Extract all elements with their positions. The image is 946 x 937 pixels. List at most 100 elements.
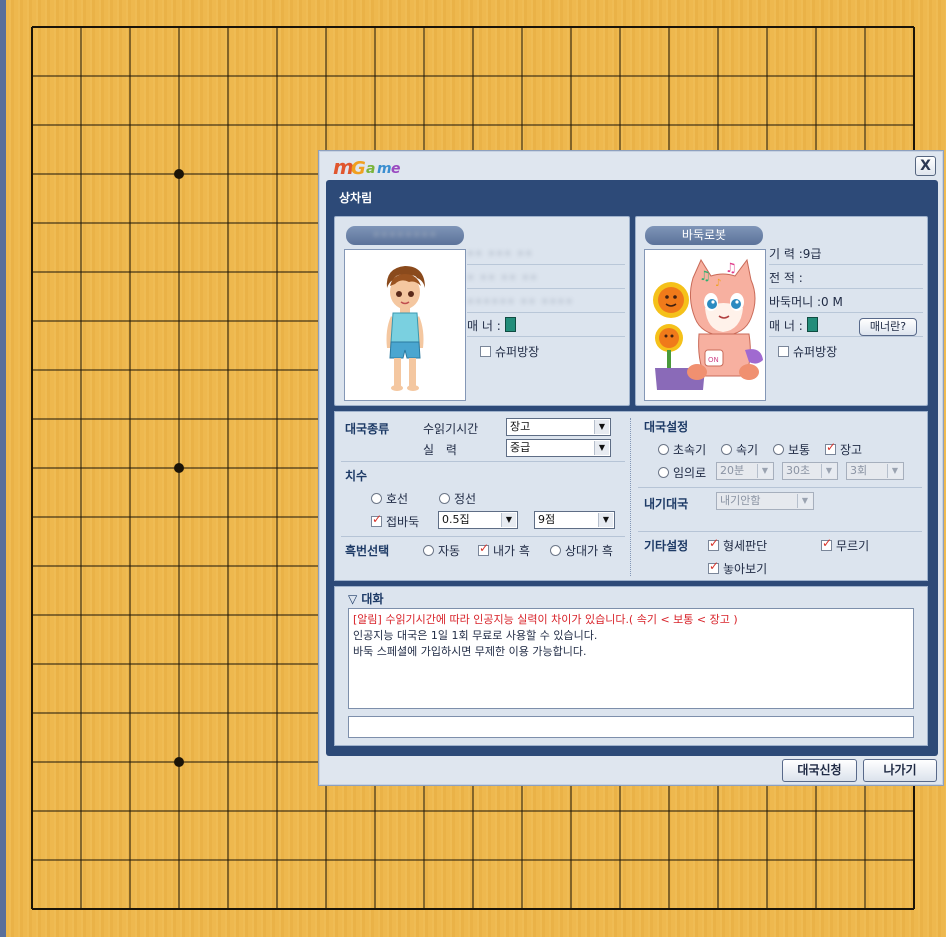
dropdown-arrow-icon: ▼ [797, 494, 812, 508]
boy-avatar-icon [386, 266, 425, 391]
dropdown-arrow-icon: ▼ [821, 464, 836, 478]
svg-text:G: G [351, 158, 366, 178]
speed-normal-radio[interactable]: 보통 [773, 441, 810, 458]
speed-custom-radio[interactable]: 임의로 [658, 464, 706, 481]
opponent-panel: 바둑로봇 ON ♫ ♫ ♪ 기 력:9급 전 적: 바둑머니:0 M 매 … [635, 216, 928, 406]
star-point-icon [174, 463, 184, 473]
request-match-button[interactable]: 대국신청 [782, 759, 857, 782]
dropdown-arrow-icon: ▼ [887, 464, 902, 478]
star-point-icon [174, 169, 184, 179]
custom-count-select[interactable]: 3회 ▼ [846, 462, 904, 480]
player-super-room-checkbox[interactable]: 슈퍼방장 [480, 343, 539, 360]
player-info-row-2: • •• •• •• [467, 267, 625, 289]
time-select[interactable]: 장고 ▼ [506, 418, 611, 436]
checked-icon [825, 440, 836, 455]
star-point-icon [174, 757, 184, 767]
stones-select[interactable]: 9점 ▼ [534, 511, 615, 529]
skill-label: 실 력 [423, 443, 461, 457]
checked-icon [708, 536, 719, 551]
chat-log[interactable]: [알림] 수읽기시간에 따라 인공지능 실력이 차이가 있습니다.( 속기 < … [348, 608, 914, 709]
radio-icon [371, 493, 382, 504]
checked-icon [478, 541, 489, 556]
chat-input[interactable] [348, 716, 914, 738]
evaluation-checkbox[interactable]: 형세판단 [708, 536, 767, 554]
handicap-title: 치수 [345, 469, 368, 483]
svg-text:e: e [391, 161, 401, 177]
player-manner-row: 매 너 : [467, 315, 625, 337]
handicap-fixed-radio[interactable]: 정선 [439, 490, 476, 507]
color-select-title: 흑번선택 [345, 544, 390, 558]
svg-text:♫: ♫ [725, 261, 737, 276]
player-name-pill: •••••••• [346, 226, 464, 245]
handicap-stones-checkbox[interactable]: 접바둑 [371, 512, 419, 530]
radio-icon [550, 545, 561, 556]
other-settings-title: 기타설정 [644, 539, 689, 553]
undo-checkbox[interactable]: 무르기 [821, 536, 869, 554]
speed-long-radio[interactable]: 장고 [825, 440, 862, 458]
opponent-rank-row: 기 력 :9급 [769, 243, 923, 265]
custom-seconds-select[interactable]: 30초 ▼ [782, 462, 838, 480]
speed-ultra-fast-radio[interactable]: 초속기 [658, 441, 706, 458]
manner-bar-icon [806, 317, 818, 332]
dropdown-arrow-icon: ▼ [501, 513, 516, 527]
opponent-avatar: ON ♫ ♫ ♪ [644, 249, 766, 401]
player-info-row-1: •• ••• •• [467, 243, 625, 265]
game-type-title: 대국종류 [345, 422, 390, 436]
divider [638, 531, 922, 532]
player-avatar [344, 249, 466, 401]
chat-line: 인공지능 대국은 1일 1회 무료로 사용할 수 있습니다. [353, 629, 598, 642]
radio-icon [439, 493, 450, 504]
manner-info-button[interactable]: 매너란? [859, 318, 917, 336]
skill-select[interactable]: 중급 ▼ [506, 439, 611, 457]
checked-icon [708, 559, 719, 574]
komi-select[interactable]: 0.5집 ▼ [438, 511, 518, 529]
dropdown-arrow-icon: ▼ [594, 441, 609, 455]
radio-icon [773, 444, 784, 455]
section-title: 상차림 [339, 191, 373, 205]
dialog-titlebar[interactable]: m G a m e X [319, 151, 943, 181]
checkbox-icon [778, 346, 789, 357]
opponent-record-row: 전 적 : [769, 267, 923, 289]
checked-icon [371, 512, 382, 527]
radio-icon [658, 467, 669, 478]
speed-fast-radio[interactable]: 속기 [721, 441, 758, 458]
match-setup-dialog: m G a m e X 상차림 •••••••• •• ••• •• • •• … [318, 150, 944, 786]
dialog-content-frame: 상차림 •••••••• •• ••• •• • •• •• •• ••••••… [326, 180, 938, 756]
color-auto-radio[interactable]: 자동 [423, 542, 460, 559]
checkbox-icon [480, 346, 491, 357]
chat-line: 바둑 스페셜에 가입하시면 무제한 이용 가능합니다. [353, 645, 587, 658]
chat-title[interactable]: ▽ 대화 [348, 590, 384, 607]
match-settings-title: 대국설정 [644, 420, 689, 434]
close-button[interactable]: X [915, 156, 936, 176]
svg-text:♫: ♫ [699, 269, 711, 284]
mgame-logo: m G a m e [333, 156, 401, 178]
checked-icon [821, 536, 832, 551]
bet-match-title: 내기대국 [644, 497, 689, 511]
settings-panel: 대국종류 수읽기시간 장고▼ 실 력 중급▼ 치수 호선 정선 접바둑 0.5집… [334, 411, 928, 581]
bet-match-select[interactable]: 내기안함 ▼ [716, 492, 814, 510]
chat-alert-line: [알림] 수읽기시간에 따라 인공지능 실력이 차이가 있습니다.( 속기 < … [353, 613, 738, 626]
manner-bar-icon [504, 317, 516, 332]
cat-robot-avatar-icon: ON ♫ ♫ ♪ [653, 258, 763, 390]
radio-icon [423, 545, 434, 556]
divider [341, 461, 625, 462]
custom-minutes-select[interactable]: 20분 ▼ [716, 462, 774, 480]
player-info-row-3: •••••• •• •••• [467, 291, 625, 313]
divider [341, 536, 625, 537]
svg-text:m: m [377, 161, 392, 177]
exit-button[interactable]: 나가기 [863, 759, 937, 782]
opponent-money-row: 바둑머니 :0 M [769, 291, 923, 313]
chat-panel: ▽ 대화 [알림] 수읽기시간에 따라 인공지능 실력이 차이가 있습니다.( … [334, 586, 928, 746]
opponent-super-room-checkbox[interactable]: 슈퍼방장 [778, 343, 837, 360]
hint-checkbox[interactable]: 놓아보기 [708, 559, 767, 577]
dropdown-arrow-icon: ▼ [598, 513, 613, 527]
svg-text:ON: ON [708, 356, 719, 364]
radio-icon [658, 444, 669, 455]
color-me-black-radio[interactable]: 내가 흑 [478, 541, 530, 559]
dropdown-arrow-icon: ▼ [757, 464, 772, 478]
handicap-even-radio[interactable]: 호선 [371, 490, 408, 507]
color-opp-black-radio[interactable]: 상대가 흑 [550, 542, 613, 559]
player-panel: •••••••• •• ••• •• • •• •• •• •••••• •• … [334, 216, 630, 406]
opponent-name: 바둑로봇 [681, 228, 727, 242]
dropdown-arrow-icon: ▼ [594, 420, 609, 434]
